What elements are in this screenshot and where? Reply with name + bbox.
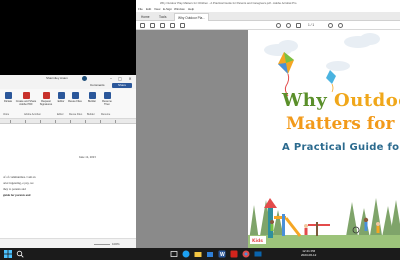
word-ribbon: Dictate Create and Share Adobe PDF Reque…	[0, 89, 136, 119]
document-canvas[interactable]: Kids Why Outdoor P Matters for Child A P…	[136, 30, 400, 248]
builder-label: Builder	[87, 100, 97, 103]
zoom-out-icon[interactable]	[328, 23, 333, 28]
document-line: guide for parents and	[3, 193, 31, 197]
request-signatures-label: Request Signatures	[39, 100, 53, 106]
avatar[interactable]	[82, 76, 87, 81]
document-line: they to parents and	[3, 187, 26, 191]
group-label-voice: Voice	[3, 113, 10, 116]
builder-button[interactable]: Builder	[86, 92, 98, 103]
print-icon[interactable]	[170, 23, 175, 28]
menu-file[interactable]: File	[138, 7, 143, 11]
menu-window[interactable]: Window	[174, 7, 185, 11]
tab-document[interactable]: Why Outdoor Pla...	[174, 13, 209, 21]
pdf-page-cover: Kids Why Outdoor P Matters for Child A P…	[248, 30, 400, 248]
upload-icon[interactable]	[160, 23, 165, 28]
request-signatures-button[interactable]: Request Signatures	[38, 92, 54, 106]
editor-icon	[57, 92, 65, 99]
kids-logo: Kids	[250, 236, 266, 244]
search-icon[interactable]	[16, 250, 24, 258]
acrobat-icon[interactable]	[230, 250, 238, 258]
cover-title-line-1: Why Outdoor P	[282, 90, 400, 111]
group-label-builder: Builder	[87, 113, 95, 116]
resume-label: Resume Then	[102, 100, 112, 106]
cover-subtitle: A Practical Guide for Parents and Ca	[282, 142, 400, 153]
chrome-icon[interactable]	[242, 250, 250, 258]
acrobat-toolbar: 1 / 1	[136, 21, 400, 30]
create-share-pdf-label: Create and Share Adobe PDF	[15, 100, 37, 106]
document-line: orter ingeuring, e pay, we	[3, 181, 34, 185]
word-icon[interactable]: W	[218, 250, 226, 258]
pdf-icon	[22, 92, 30, 99]
reuse-files-button[interactable]: Reuse Files	[68, 92, 82, 103]
word-title-bar: Sharmiley Anam – □ ×	[0, 75, 136, 83]
document-line: of of communities. I am an	[3, 175, 36, 179]
word-window: Sharmiley Anam – □ × Comments Share Dict…	[0, 75, 136, 248]
cover-illustration: Kids	[248, 30, 400, 248]
cursor-icon[interactable]	[296, 23, 301, 28]
reuse-files-label: Reuse Files	[68, 100, 82, 103]
editor-label: Editor	[57, 100, 65, 103]
group-label-adobe: Adobe Acrobat	[24, 113, 41, 116]
close-icon[interactable]: ×	[127, 76, 133, 81]
file-explorer-icon[interactable]	[194, 250, 202, 258]
minimize-icon[interactable]: –	[108, 76, 114, 81]
tab-tools[interactable]: Tools	[156, 13, 169, 21]
document-body[interactable]: June 12, 2023 of of communities. I am an…	[0, 125, 136, 238]
desktop-background	[0, 0, 136, 75]
reuse-files-icon	[71, 92, 79, 99]
share-button[interactable]: Share	[112, 83, 132, 88]
system-clock[interactable]: 12:41 PM 2023-06-12	[301, 249, 316, 257]
comments-button[interactable]: Comments	[90, 83, 105, 87]
edge-icon[interactable]	[182, 250, 190, 258]
document-date: June 12, 2023	[79, 155, 96, 159]
search-icon[interactable]	[180, 23, 185, 28]
signature-icon	[42, 92, 50, 99]
taskbar: W 12:41 PM 2023-06-12	[0, 248, 400, 260]
window-title: Why Outdoor Play Matters for Children - …	[160, 1, 297, 5]
editor-button[interactable]: Editor	[56, 92, 66, 103]
acrobat-window: Why Outdoor Play Matters for Children - …	[136, 0, 400, 248]
word-status-bar: 100%	[0, 238, 136, 248]
tab-home[interactable]: Home	[138, 13, 153, 21]
menu-edit[interactable]: Edit	[146, 7, 151, 11]
arrow-down-icon[interactable]	[286, 23, 291, 28]
task-view-icon[interactable]	[170, 250, 178, 258]
resume-icon	[103, 92, 111, 99]
windows-start-icon[interactable]	[4, 250, 12, 258]
zoom-slider[interactable]	[94, 244, 110, 245]
save-icon[interactable]	[140, 23, 145, 28]
cover-title-line-2: Matters for Child	[286, 114, 400, 134]
group-label-editor: Editor	[57, 113, 64, 116]
menu-esign[interactable]: E-Sign	[163, 7, 172, 11]
svg-text:W: W	[220, 252, 225, 258]
group-label-resume: Resume	[101, 113, 111, 116]
store-icon[interactable]	[206, 250, 214, 258]
resume-button[interactable]: Resume Then	[100, 92, 114, 106]
group-label-reuse: Reuse Files	[69, 113, 83, 116]
mail-icon[interactable]	[254, 250, 262, 258]
create-share-pdf-button[interactable]: Create and Share Adobe PDF	[15, 92, 37, 106]
dictate-button[interactable]: Dictate	[2, 92, 14, 103]
menu-view[interactable]: View	[154, 7, 160, 11]
builder-icon	[88, 92, 96, 99]
zoom-level[interactable]: 100%	[112, 242, 120, 246]
page-indicator[interactable]: 1 / 1	[308, 23, 314, 27]
microphone-icon	[4, 92, 12, 99]
menu-help[interactable]: Help	[188, 7, 194, 11]
user-name: Sharmiley Anam	[46, 76, 68, 80]
star-icon[interactable]	[150, 23, 155, 28]
clock-date: 2023-06-12	[301, 253, 317, 257]
zoom-in-icon[interactable]	[338, 23, 343, 28]
dictate-label: Dictate	[3, 100, 13, 103]
maximize-icon[interactable]: □	[117, 76, 123, 81]
arrow-up-icon[interactable]	[276, 23, 281, 28]
svg-text:Kids: Kids	[252, 238, 263, 244]
acrobat-tabs: Home Tools Why Outdoor Pla...	[136, 12, 400, 21]
horizontal-ruler[interactable]	[0, 119, 136, 124]
